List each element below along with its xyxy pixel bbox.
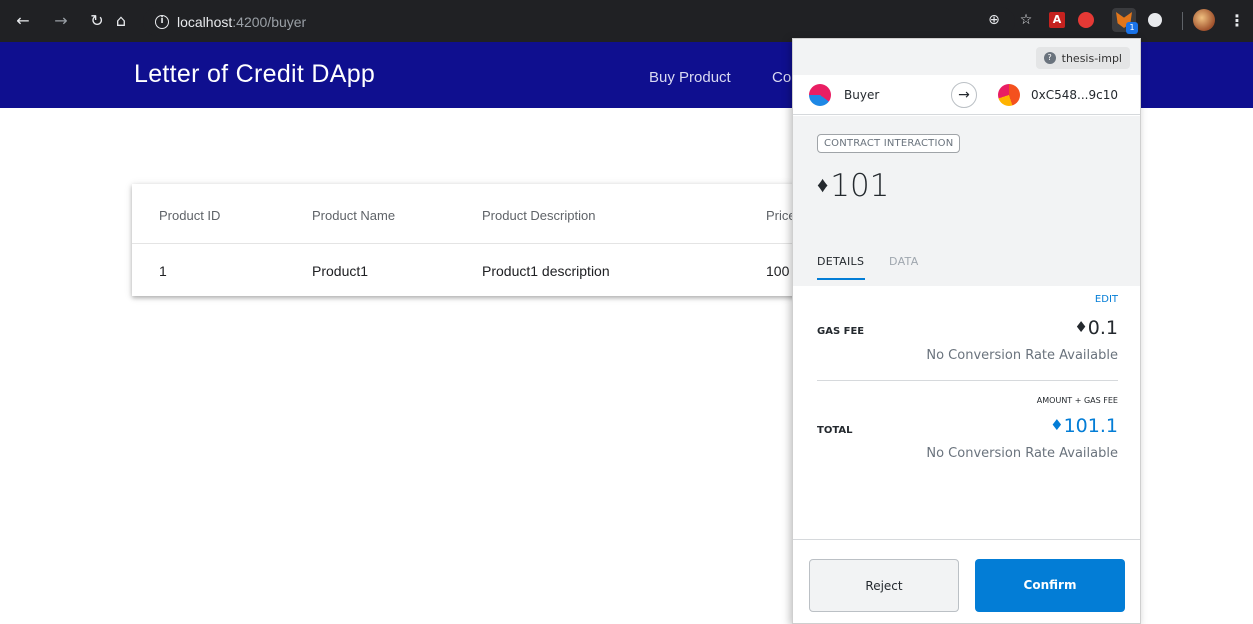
to-account-avatar bbox=[998, 84, 1020, 106]
cell-price: 100 bbox=[766, 263, 790, 279]
gas-fee-amount: 0.1 bbox=[1087, 317, 1118, 339]
details-divider bbox=[817, 380, 1118, 381]
confirm-button[interactable]: Confirm bbox=[975, 559, 1125, 612]
total-amount: 101.1 bbox=[1063, 415, 1118, 437]
app-brand[interactable]: Letter of Credit DApp bbox=[134, 60, 375, 89]
product-table: Product ID Product Name Product Descript… bbox=[132, 184, 812, 296]
header-product-description: Product Description bbox=[482, 208, 596, 223]
star-icon[interactable]: ☆ bbox=[1016, 10, 1036, 30]
metamask-badge: 1 bbox=[1126, 22, 1138, 34]
network-name: thesis-impl bbox=[1061, 51, 1122, 65]
details-panel: EDIT GAS FEE ♦0.1 No Conversion Rate Ava… bbox=[793, 286, 1140, 556]
total-label: TOTAL bbox=[817, 425, 853, 436]
cell-product-id: 1 bbox=[159, 263, 167, 279]
metamask-fox-icon[interactable]: 1 bbox=[1112, 8, 1138, 34]
eth-icon: ♦ bbox=[1050, 416, 1064, 434]
url-path: :4200/buyer bbox=[232, 13, 307, 30]
nav-buy-product[interactable]: Buy Product bbox=[649, 69, 731, 86]
header-product-name: Product Name bbox=[312, 208, 396, 223]
forward-arrow-icon[interactable]: → bbox=[50, 10, 72, 32]
cell-product-name: Product1 bbox=[312, 263, 369, 279]
total-conversion: No Conversion Rate Available bbox=[926, 446, 1118, 461]
details-tabs: DETAILS DATA bbox=[793, 239, 1140, 285]
site-info-icon[interactable]: i bbox=[155, 14, 169, 29]
url-host: localhost bbox=[177, 13, 233, 30]
reject-button[interactable]: Reject bbox=[809, 559, 959, 612]
red-extension-icon[interactable] bbox=[1078, 12, 1094, 28]
total-value: ♦101.1 bbox=[1050, 415, 1118, 437]
from-account-name[interactable]: Buyer bbox=[844, 88, 879, 102]
menu-dots-icon[interactable]: ⋮ bbox=[1226, 10, 1248, 32]
address-bar[interactable]: i localhost:4200/buyer bbox=[143, 7, 1015, 36]
account-bar: Buyer → 0xC548...9c10 bbox=[793, 75, 1140, 115]
to-address[interactable]: 0xC548...9c10 bbox=[1031, 88, 1118, 102]
contract-interaction-tag: CONTRACT INTERACTION bbox=[817, 134, 961, 153]
gas-fee-conversion: No Conversion Rate Available bbox=[926, 348, 1118, 363]
action-footer: Reject Confirm bbox=[793, 539, 1140, 623]
pdf-extension-icon[interactable]: A bbox=[1049, 12, 1065, 28]
cell-product-description: Product1 description bbox=[482, 263, 610, 279]
home-icon[interactable]: ⌂ bbox=[110, 10, 132, 32]
eth-icon: ♦ bbox=[817, 173, 829, 198]
browser-toolbar: ← → ↻ ⌂ i localhost:4200/buyer ⊕ ☆ A 1 ⋮ bbox=[0, 0, 1253, 42]
eth-icon: ♦ bbox=[1074, 318, 1088, 336]
gas-fee-label: GAS FEE bbox=[817, 326, 865, 337]
toolbar-separator bbox=[1182, 12, 1183, 30]
arrow-right-icon: → bbox=[951, 82, 977, 108]
edit-gas-link[interactable]: EDIT bbox=[1095, 294, 1118, 305]
tab-data[interactable]: DATA bbox=[889, 255, 919, 268]
from-account-avatar bbox=[809, 84, 831, 106]
table-divider bbox=[132, 243, 812, 244]
tab-details[interactable]: DETAILS bbox=[817, 255, 864, 268]
header-product-id: Product ID bbox=[159, 208, 221, 223]
amount-value: 101 bbox=[830, 168, 890, 204]
transaction-amount: ♦101 bbox=[817, 168, 889, 204]
network-selector[interactable]: ? thesis-impl bbox=[1035, 47, 1130, 69]
white-circle-extension-icon[interactable] bbox=[1148, 13, 1162, 27]
help-circle-icon: ? bbox=[1043, 52, 1056, 64]
nav-co[interactable]: Co bbox=[772, 69, 791, 86]
gas-fee-value: ♦0.1 bbox=[1074, 317, 1118, 339]
reload-icon[interactable]: ↻ bbox=[86, 10, 108, 32]
back-arrow-icon[interactable]: ← bbox=[12, 10, 34, 32]
tab-active-indicator bbox=[817, 278, 865, 280]
profile-avatar-icon[interactable] bbox=[1193, 9, 1215, 31]
metamask-header: ? thesis-impl bbox=[793, 39, 1140, 75]
total-hint: AMOUNT + GAS FEE bbox=[1036, 396, 1118, 405]
metamask-popup: ? thesis-impl Buyer → 0xC548...9c10 CONT… bbox=[792, 38, 1141, 624]
zoom-icon[interactable]: ⊕ bbox=[984, 10, 1004, 30]
